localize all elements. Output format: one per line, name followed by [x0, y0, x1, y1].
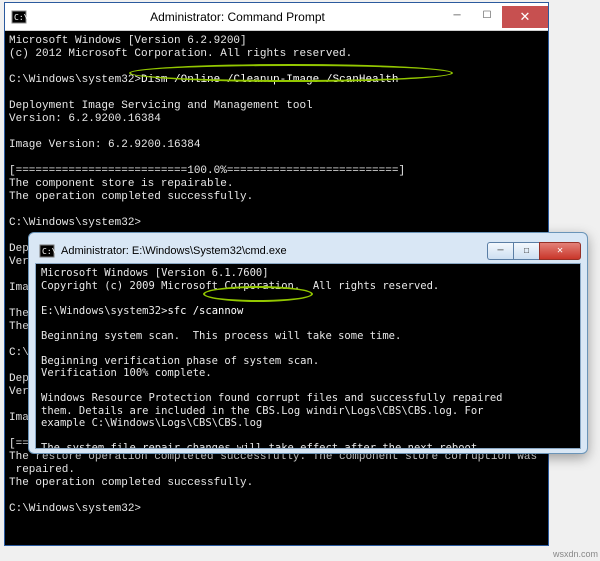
output-line: Beginning system scan. This process will…: [41, 330, 401, 342]
cmd-icon: C:\: [11, 9, 27, 25]
typed-command: Dism /Online /Cleanup-Image /ScanHealth: [141, 74, 398, 86]
prompt: C:\Windows\system32>: [9, 503, 141, 515]
cmd-window-win7: C:\ Administrator: E:\Windows\System32\c…: [28, 232, 588, 454]
window-title: Administrator: Command Prompt: [33, 10, 442, 24]
window-controls: ─ ☐ ✕: [487, 242, 581, 260]
titlebar[interactable]: C:\ Administrator: Command Prompt ─ ☐ ✕: [5, 3, 548, 31]
titlebar[interactable]: C:\ Administrator: E:\Windows\System32\c…: [35, 239, 581, 263]
maximize-button[interactable]: ☐: [472, 6, 502, 26]
output-line: Image Version: 6.2.9200.16384: [9, 139, 200, 151]
output-line: [==========================100.0%=======…: [9, 165, 405, 177]
window-title: Administrator: E:\Windows\System32\cmd.e…: [59, 245, 487, 257]
output-line: Deployment Image Servicing and Managemen…: [9, 100, 313, 112]
prompt: C:\Windows\system32>: [9, 74, 141, 86]
output-line: The operation completed successfully.: [9, 191, 253, 203]
close-button[interactable]: ✕: [539, 242, 581, 260]
output-line: The operation completed successfully.: [9, 477, 253, 489]
output-line: The system file repair changes will take…: [41, 442, 484, 449]
output-line: Version: 6.2.9200.16384: [9, 113, 161, 125]
output-line: Microsoft Windows [Version 6.2.9200]: [9, 35, 247, 47]
output-line: The component store is repairable.: [9, 178, 233, 190]
svg-text:C:\: C:\: [42, 247, 55, 256]
minimize-button[interactable]: ─: [487, 242, 513, 260]
svg-text:C:\: C:\: [14, 13, 27, 22]
prompt: E:\Windows\system32>: [41, 305, 167, 317]
terminal-content[interactable]: Microsoft Windows [Version 6.1.7600] Cop…: [35, 263, 581, 449]
output-line: Windows Resource Protection found corrup…: [41, 392, 502, 404]
minimize-button[interactable]: ─: [442, 6, 472, 26]
output-line: repaired.: [9, 464, 75, 476]
cmd-icon: C:\: [39, 243, 55, 259]
output-line: Copyright (c) 2009 Microsoft Corporation…: [41, 280, 439, 292]
output-line: example C:\Windows\Logs\CBS\CBS.log: [41, 417, 262, 429]
typed-command: sfc /scannow: [167, 305, 243, 317]
output-line: (c) 2012 Microsoft Corporation. All righ…: [9, 48, 352, 60]
close-button[interactable]: ✕: [502, 6, 548, 28]
output-line: Verification 100% complete.: [41, 367, 212, 379]
window-controls: ─ ☐ ✕: [442, 6, 548, 28]
prompt: C:\Windows\system32>: [9, 217, 141, 229]
output-line: Microsoft Windows [Version 6.1.7600]: [41, 267, 269, 279]
output-line: them. Details are included in the CBS.Lo…: [41, 405, 484, 417]
output-line: Beginning verification phase of system s…: [41, 355, 319, 367]
maximize-button[interactable]: ☐: [513, 242, 539, 260]
watermark: wsxdn.com: [553, 549, 598, 559]
